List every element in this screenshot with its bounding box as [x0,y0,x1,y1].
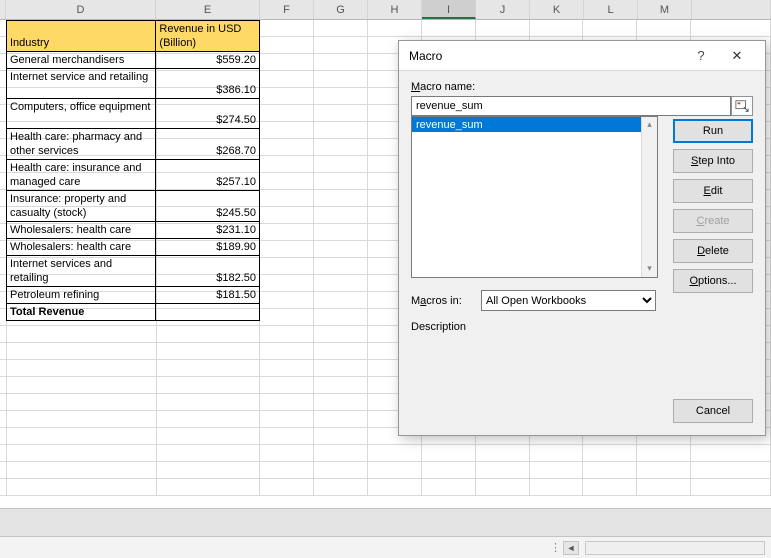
column-header-G[interactable]: G [314,0,368,19]
table-cell-revenue[interactable]: $386.10 [156,69,260,99]
total-revenue-value[interactable] [156,304,260,321]
column-header-J[interactable]: J [476,0,530,19]
table-cell-revenue[interactable]: $274.50 [156,99,260,129]
table-cell-industry[interactable]: Insurance: property and casualty (stock) [7,191,156,222]
table-cell-industry[interactable]: General merchandisers [7,52,156,69]
edit-button[interactable]: Edit [673,179,753,203]
macro-listbox[interactable]: revenue_sum ▴ ▾ [411,116,658,278]
table-cell-revenue[interactable]: $231.10 [156,222,260,239]
total-revenue-label[interactable]: Total Revenue [7,304,156,321]
table-cell-revenue[interactable]: $268.70 [156,129,260,160]
column-header-K[interactable]: K [530,0,584,19]
column-header-L[interactable]: L [584,0,638,19]
table-cell-revenue[interactable]: $257.10 [156,160,260,191]
dialog-title: Macro [409,49,685,63]
options-button[interactable]: Options... [673,269,753,293]
macro-list-item[interactable]: revenue_sum [412,117,657,132]
delete-button[interactable]: Delete [673,239,753,263]
macros-in-select[interactable]: All Open Workbooks [481,290,656,311]
table-header-industry[interactable]: Industry [7,21,156,52]
scroll-track[interactable] [585,541,765,555]
cancel-button[interactable]: Cancel [673,399,753,423]
scroll-left-button[interactable]: ◄ [563,541,579,555]
column-header-I[interactable]: I [422,0,476,19]
data-table-area: Industry Revenue in USD (Billion) Genera… [6,20,260,321]
macro-name-label: Macro name: [411,81,753,93]
table-header-revenue[interactable]: Revenue in USD (Billion) [156,21,260,52]
table-cell-industry[interactable]: Wholesalers: health care [7,239,156,256]
step-into-button[interactable]: Step Into [673,149,753,173]
run-button[interactable]: Run [673,119,753,143]
column-header-rest [692,0,771,19]
column-header-M[interactable]: M [638,0,692,19]
table-cell-industry[interactable]: Health care: pharmacy and other services [7,129,156,160]
table-cell-industry[interactable]: Internet service and retailing [7,69,156,99]
split-handle-icon[interactable]: ⋮ [550,541,563,554]
horizontal-scrollbar[interactable]: ⋮ ◄ [0,536,771,558]
close-button[interactable]: ✕ [717,48,757,64]
column-header-H[interactable]: H [368,0,422,19]
industry-revenue-table: Industry Revenue in USD (Billion) Genera… [6,20,260,321]
scroll-down-icon[interactable]: ▾ [642,261,657,277]
macro-dialog: Macro ? ✕ Macro name: revenue_sum ▴ ▾ [398,40,766,436]
table-cell-industry[interactable]: Wholesalers: health care [7,222,156,239]
table-cell-industry[interactable]: Petroleum refining [7,287,156,304]
table-cell-revenue[interactable]: $182.50 [156,256,260,287]
macros-in-label: Macros in: [411,295,481,307]
table-cell-revenue[interactable]: $559.20 [156,52,260,69]
range-select-icon [735,99,749,113]
collapse-dialog-button[interactable] [731,96,753,116]
description-label: Description [411,321,753,333]
dialog-titlebar[interactable]: Macro ? ✕ [399,41,765,71]
table-cell-revenue[interactable]: $189.90 [156,239,260,256]
table-cell-industry[interactable]: Computers, office equipment [7,99,156,129]
sheet-tab-band [0,508,771,536]
help-button[interactable]: ? [685,48,717,63]
listbox-scrollbar[interactable]: ▴ ▾ [641,117,657,277]
column-header-D[interactable]: D [6,0,156,19]
column-header-F[interactable]: F [260,0,314,19]
table-cell-revenue[interactable]: $181.50 [156,287,260,304]
macro-name-input[interactable] [411,96,731,116]
table-cell-industry[interactable]: Health care: insurance and managed care [7,160,156,191]
dialog-button-column: Run Step Into Edit Create Delete Options… [673,119,753,293]
create-button: Create [673,209,753,233]
table-cell-revenue[interactable]: $245.50 [156,191,260,222]
table-cell-industry[interactable]: Internet services and retailing [7,256,156,287]
scroll-up-icon[interactable]: ▴ [642,117,657,133]
column-header-bar: D E F G H I J K L M [0,0,771,20]
column-header-E[interactable]: E [156,0,260,19]
